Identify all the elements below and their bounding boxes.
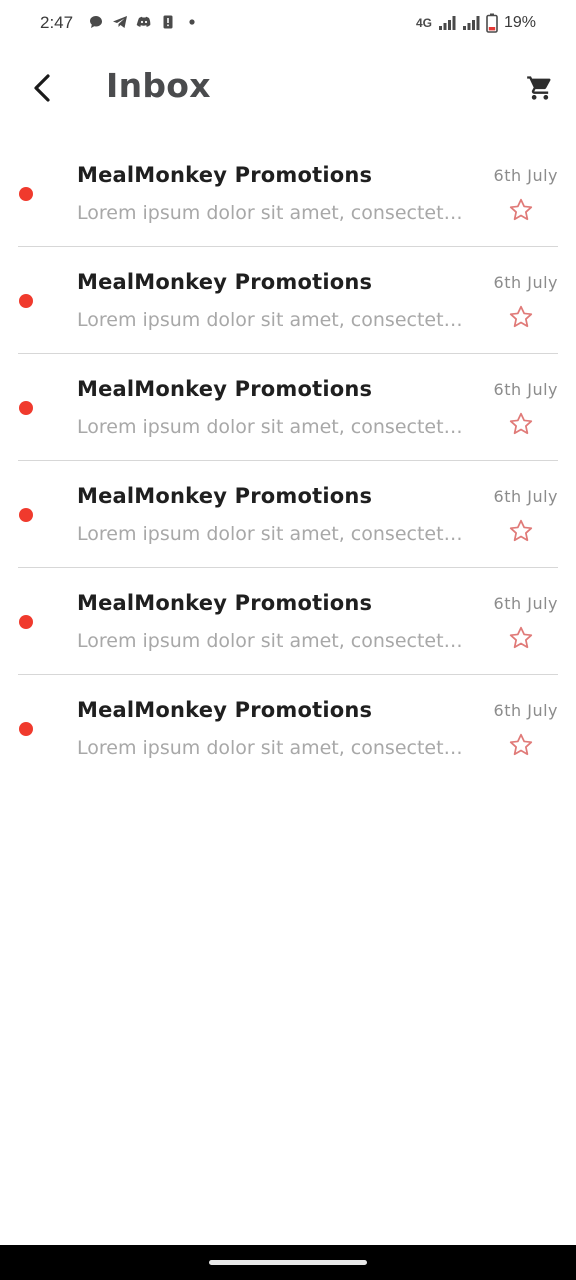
message-title: MealMonkey Promotions <box>77 377 373 401</box>
message-date: 6th July <box>493 594 558 613</box>
battery-icon <box>486 13 498 33</box>
unread-dot-icon <box>19 401 33 415</box>
message-preview: Lorem ipsum dolor sit amet, consectetur … <box>77 202 463 224</box>
status-bar: 2:47 4G 19% <box>0 0 576 48</box>
message-title: MealMonkey Promotions <box>77 591 373 615</box>
star-outline-icon <box>509 305 533 328</box>
message-item[interactable]: MealMonkey Promotions Lorem ipsum dolor … <box>18 568 558 675</box>
system-nav-bar <box>0 1245 576 1280</box>
inbox-list: MealMonkey Promotions Lorem ipsum dolor … <box>18 140 558 782</box>
message-preview: Lorem ipsum dolor sit amet, consectetur … <box>77 737 463 759</box>
message-preview: Lorem ipsum dolor sit amet, consectetur … <box>77 523 463 545</box>
cart-button[interactable] <box>524 72 556 104</box>
star-button[interactable] <box>508 304 534 330</box>
back-button[interactable] <box>24 70 60 106</box>
star-button[interactable] <box>508 411 534 437</box>
message-date: 6th July <box>493 166 558 185</box>
signal-icon <box>462 16 480 30</box>
signal-icon <box>438 16 456 30</box>
star-button[interactable] <box>508 732 534 758</box>
star-outline-icon <box>509 733 533 756</box>
star-outline-icon <box>509 519 533 542</box>
message-date: 6th July <box>493 487 558 506</box>
chevron-left-icon <box>34 74 50 102</box>
status-time: 2:47 <box>40 13 74 32</box>
unread-dot-icon <box>19 508 33 522</box>
discord-icon <box>136 16 151 27</box>
unread-dot-icon <box>19 722 33 736</box>
more-dot-icon <box>189 19 195 25</box>
app-header: Inbox <box>0 48 576 128</box>
message-date: 6th July <box>493 380 558 399</box>
chat-bubble-icon <box>90 16 102 28</box>
message-title: MealMonkey Promotions <box>77 270 373 294</box>
star-button[interactable] <box>508 625 534 651</box>
star-button[interactable] <box>508 518 534 544</box>
page-title: Inbox <box>106 66 211 105</box>
star-outline-icon <box>509 626 533 649</box>
star-outline-icon <box>509 412 533 435</box>
system-status: 4G 19% <box>416 13 536 33</box>
notification-icons <box>88 14 200 30</box>
message-title: MealMonkey Promotions <box>77 698 373 722</box>
message-item[interactable]: MealMonkey Promotions Lorem ipsum dolor … <box>18 675 558 782</box>
message-date: 6th July <box>493 701 558 720</box>
unread-dot-icon <box>19 294 33 308</box>
message-item[interactable]: MealMonkey Promotions Lorem ipsum dolor … <box>18 354 558 461</box>
star-button[interactable] <box>508 197 534 223</box>
unread-dot-icon <box>19 187 33 201</box>
alert-icon <box>163 15 173 29</box>
star-outline-icon <box>509 198 533 221</box>
shopping-cart-icon <box>527 76 551 100</box>
message-title: MealMonkey Promotions <box>77 163 373 187</box>
home-gesture-handle[interactable] <box>209 1260 367 1265</box>
unread-dot-icon <box>19 615 33 629</box>
message-preview: Lorem ipsum dolor sit amet, consectetur … <box>77 309 463 331</box>
battery-percent: 19% <box>503 14 536 31</box>
message-title: MealMonkey Promotions <box>77 484 373 508</box>
message-item[interactable]: MealMonkey Promotions Lorem ipsum dolor … <box>18 140 558 247</box>
message-item[interactable]: MealMonkey Promotions Lorem ipsum dolor … <box>18 461 558 568</box>
message-date: 6th July <box>493 273 558 292</box>
message-preview: Lorem ipsum dolor sit amet, consectetur … <box>77 630 463 652</box>
telegram-icon <box>113 16 127 28</box>
network-type: 4G <box>415 16 432 30</box>
message-item[interactable]: MealMonkey Promotions Lorem ipsum dolor … <box>18 247 558 354</box>
message-preview: Lorem ipsum dolor sit amet, consectetur … <box>77 416 463 438</box>
